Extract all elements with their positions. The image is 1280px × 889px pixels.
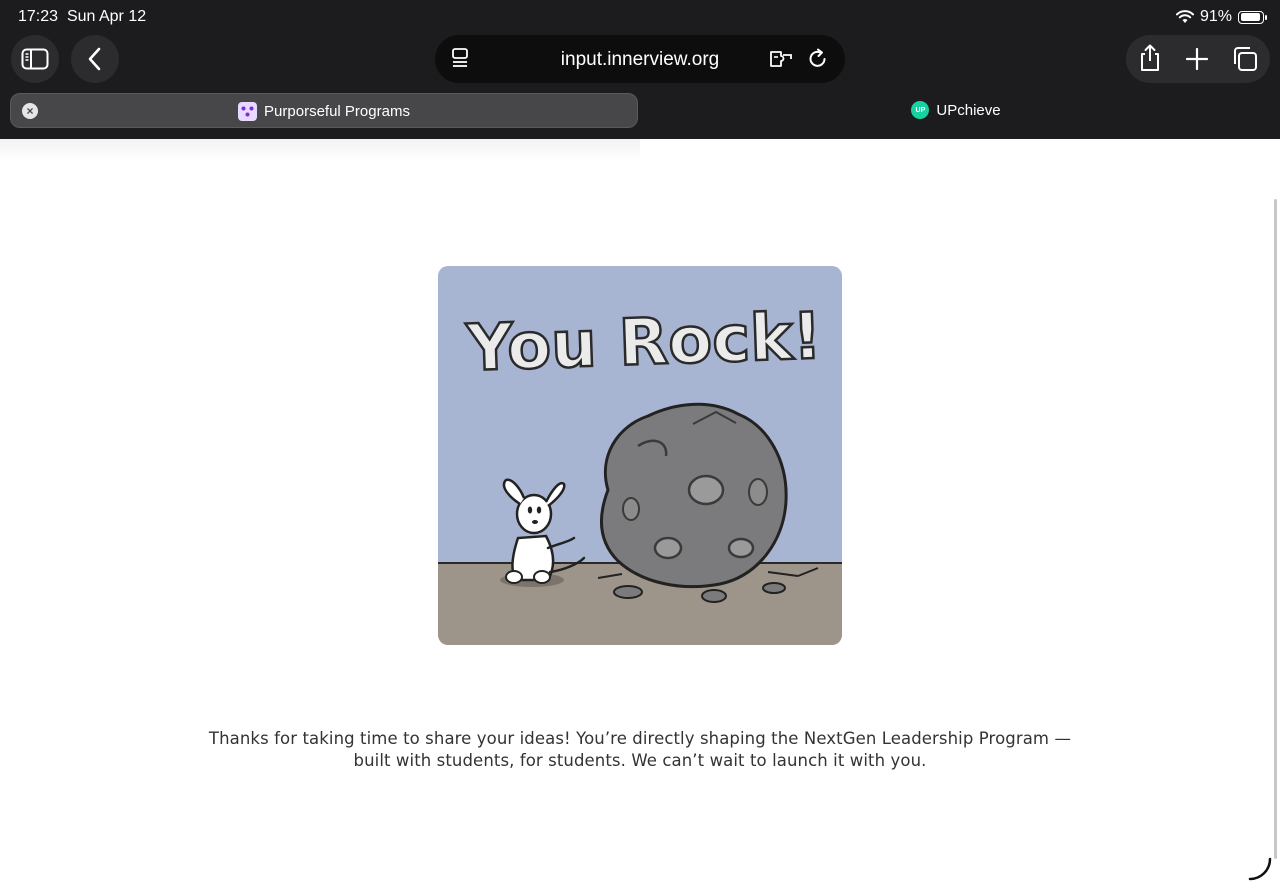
page-content: You Rock! Thanks for taking time to shar… bbox=[0, 139, 1280, 889]
extensions-icon[interactable] bbox=[769, 48, 795, 70]
tab-label: UPchieve bbox=[936, 101, 1001, 119]
back-button[interactable] bbox=[71, 35, 119, 83]
thank-you-line-2: built with students, for students. We ca… bbox=[353, 750, 927, 770]
purporseful-programs-favicon-icon bbox=[238, 102, 258, 121]
reload-icon[interactable] bbox=[807, 48, 829, 70]
upchieve-favicon-icon: UP bbox=[911, 101, 930, 119]
tab-label: Purporseful Programs bbox=[264, 103, 410, 120]
back-icon bbox=[88, 47, 101, 71]
battery-icon bbox=[1238, 10, 1267, 24]
toolbar-right-group bbox=[1126, 35, 1270, 83]
share-icon[interactable] bbox=[1138, 44, 1162, 72]
battery-percent: 91% bbox=[1199, 8, 1232, 25]
you-rock-illustration: You Rock! bbox=[438, 266, 842, 645]
loading-spinner-icon bbox=[1248, 857, 1272, 881]
you-rock-headline: You Rock! bbox=[464, 300, 823, 386]
status-date: Sun Apr 12 bbox=[66, 8, 147, 25]
address-bar[interactable]: input.innerview.org bbox=[435, 35, 845, 83]
browser-chrome: 17:23 Sun Apr 12 91% input.innerview.org… bbox=[0, 0, 1280, 139]
tabs-overview-icon[interactable] bbox=[1231, 45, 1259, 73]
wifi-icon bbox=[1175, 10, 1194, 23]
thank-you-line-1: Thanks for taking time to share your ide… bbox=[208, 729, 1072, 748]
tab-purporseful-programs[interactable]: × Purporseful Programs bbox=[10, 93, 638, 128]
sidebar-icon bbox=[21, 48, 49, 70]
status-time: 17:23 bbox=[18, 8, 59, 25]
status-bar-time-date: 17:23 Sun Apr 12 bbox=[18, 8, 146, 26]
tab-label-wrap: Purporseful Programs bbox=[11, 102, 637, 121]
thank-you-message: Thanks for taking time to share your ide… bbox=[200, 728, 1080, 771]
vertical-scrollbar[interactable] bbox=[1274, 199, 1277, 859]
tab-shadow bbox=[0, 139, 640, 161]
sidebar-button[interactable] bbox=[11, 35, 59, 83]
tab-label-wrap: UP UPchieve bbox=[640, 101, 1272, 119]
tab-upchieve[interactable]: UP UPchieve bbox=[640, 93, 1272, 128]
battery-fill bbox=[1240, 13, 1260, 21]
status-bar-right: 91% bbox=[1175, 8, 1267, 26]
new-tab-icon[interactable] bbox=[1186, 48, 1208, 70]
